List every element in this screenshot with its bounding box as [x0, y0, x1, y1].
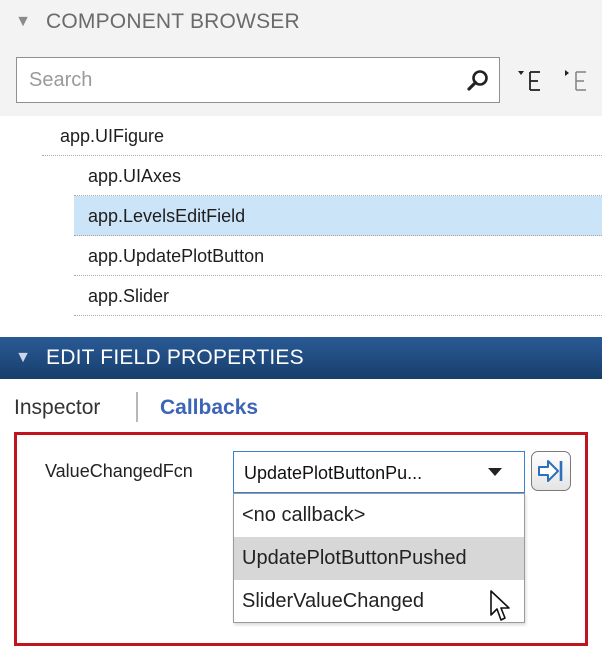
tab-inspector[interactable]: Inspector — [14, 396, 100, 420]
callback-dropdown-value: UpdatePlotButtonPu... — [244, 463, 423, 483]
search-input[interactable] — [17, 58, 447, 102]
search-icon[interactable] — [465, 68, 491, 94]
search-box[interactable] — [16, 57, 500, 103]
option-label: SliderValueChanged — [242, 590, 424, 612]
tree-item-label: app.Slider — [88, 286, 170, 306]
tree-item-label: app.UIFigure — [60, 126, 165, 146]
tree-item-label: app.UpdatePlotButton — [88, 246, 265, 266]
tab-callbacks[interactable]: Callbacks — [160, 396, 258, 420]
option-update-plot-button-pushed[interactable]: UpdatePlotButtonPushed — [234, 537, 524, 580]
tree-item-updateplotbutton[interactable]: app.UpdatePlotButton — [74, 236, 602, 276]
tab-divider — [136, 392, 138, 422]
component-tree: app.UIFigure app.UIAxes app.LevelsEditFi… — [0, 116, 602, 337]
option-label: <no callback> — [242, 504, 366, 526]
collapse-triangle-icon[interactable]: ▼ — [0, 14, 46, 30]
go-to-callback-icon — [538, 460, 563, 482]
collapse-triangle-icon[interactable]: ▼ — [0, 350, 46, 366]
expand-all-icon[interactable] — [516, 68, 546, 96]
edit-field-properties-header[interactable]: ▼ EDIT FIELD PROPERTIES — [0, 337, 602, 379]
collapse-all-icon[interactable] — [562, 68, 592, 96]
component-browser-title: COMPONENT BROWSER — [46, 10, 300, 33]
mouse-cursor-icon — [490, 590, 510, 621]
callback-options-list: <no callback> UpdatePlotButtonPushed Sli… — [233, 493, 525, 623]
option-label: UpdatePlotButtonPushed — [242, 547, 467, 569]
tree-item-slider[interactable]: app.Slider — [74, 276, 602, 316]
edit-field-properties-title: EDIT FIELD PROPERTIES — [46, 346, 304, 369]
tree-item-label: app.LevelsEditField — [88, 206, 246, 226]
search-toolbar — [0, 44, 602, 116]
value-changed-fcn-label: ValueChangedFcn — [45, 461, 193, 481]
chevron-down-icon[interactable] — [488, 468, 502, 476]
property-tabs: Inspector Callbacks — [0, 379, 602, 433]
tree-item-uiaxes[interactable]: app.UIAxes — [74, 156, 602, 196]
component-browser-header[interactable]: ▼ COMPONENT BROWSER — [0, 0, 602, 44]
tree-item-label: app.UIAxes — [88, 166, 182, 186]
callback-dropdown[interactable]: UpdatePlotButtonPu... — [233, 451, 525, 493]
option-slider-value-changed[interactable]: SliderValueChanged — [234, 580, 524, 623]
callbacks-panel: ValueChangedFcn UpdatePlotButtonPu... <n… — [14, 432, 588, 646]
tree-item-uifigure[interactable]: app.UIFigure — [42, 116, 602, 156]
option-no-callback[interactable]: <no callback> — [234, 494, 524, 537]
go-to-callback-button[interactable] — [531, 451, 571, 491]
tree-item-levelseditfield[interactable]: app.LevelsEditField — [74, 196, 602, 236]
